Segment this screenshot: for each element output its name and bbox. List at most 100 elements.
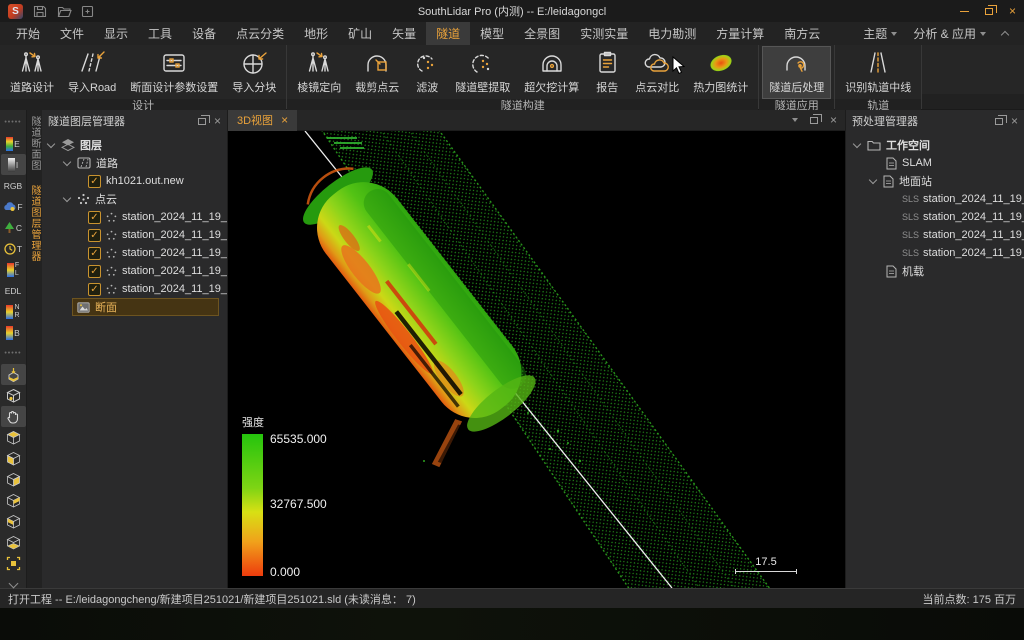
close-panel-icon[interactable]: × [214,115,221,127]
tree-row-station[interactable]: ✓ station_2024_11_19_1... [42,244,227,262]
dock-tab-layer-manager[interactable]: 隧道图层管理器 [28,185,41,262]
float-panel-icon[interactable] [198,118,206,125]
pick-point-tool-button[interactable] [1,364,26,385]
tree-row-section-selected[interactable]: 断面 [72,298,219,316]
close-view-icon[interactable]: × [830,114,837,126]
chevron-expand-icon[interactable] [63,157,71,165]
menu-item[interactable]: 设备 [182,22,226,45]
menu-item[interactable]: 方量计算 [706,22,774,45]
blend-mode-button[interactable]: B [1,322,26,343]
open-folder-icon[interactable] [57,5,71,18]
analysis-app-dropdown[interactable]: 分析 & 应用 [907,22,992,45]
float-panel-icon[interactable] [995,118,1003,125]
menu-item[interactable]: 开始 [6,22,50,45]
strip-drag-handle[interactable]: ••••• [1,112,26,133]
prism-orientation-button[interactable]: 棱镜定向 [290,46,348,99]
tree-row-station[interactable]: ✓ station_2024_11_19_1... [42,262,227,280]
tab-3d-view[interactable]: 3D视图 × [228,110,297,131]
rgb-mode-button[interactable]: RGB [1,175,26,196]
menu-item[interactable]: 电力勘测 [638,22,706,45]
normal-return-button[interactable]: N R [1,301,26,322]
import-road-button[interactable]: 导入Road [61,46,123,99]
chevron-expand-icon[interactable] [47,139,55,147]
classification-mode-button[interactable]: C [1,217,26,238]
menu-item[interactable]: 工具 [138,22,182,45]
menu-item[interactable]: 模型 [470,22,514,45]
tree-row-airborne[interactable]: 机载 [846,262,1024,280]
checkbox-checked[interactable]: ✓ [88,283,101,296]
view-cube-bottom-button[interactable] [1,532,26,553]
tree-row-station[interactable]: ✓ station_2024_11_19_1... [42,208,227,226]
restore-button[interactable] [985,8,993,15]
menu-item[interactable]: 显示 [94,22,138,45]
tree-row-road-file[interactable]: ✓ kh1021.out.new [42,172,227,190]
new-project-icon[interactable] [81,5,95,18]
tree-row-ground-station[interactable]: 地面站 [846,172,1024,190]
tree-row-station[interactable]: ✓ station_2024_11_19_1... [42,226,227,244]
theme-dropdown[interactable]: 主题 [857,22,903,45]
view-cube-back-button[interactable] [1,490,26,511]
dock-tab-section-view[interactable]: 隧道断面图 [28,116,41,171]
rail-centerline-button[interactable]: 识别轨道中线 [838,46,918,99]
tree-row-sls-station[interactable]: SLS station_2024_11_19_11_01_... [846,244,1024,262]
chevron-expand-icon[interactable] [853,139,861,147]
report-button[interactable]: 报告 [586,46,628,99]
tree-row-layers[interactable]: 图层 [42,136,227,154]
tunnel-wall-extract-button[interactable]: 隧道壁提取 [448,46,517,99]
checkbox-checked[interactable]: ✓ [88,265,101,278]
view-cube-left-button[interactable] [1,511,26,532]
heatmap-stats-button[interactable]: 热力图统计 [686,46,755,99]
section-design-params-button[interactable]: 断面设计参数设置 [123,46,225,99]
menu-item[interactable]: 矢量 [382,22,426,45]
tree-row-station[interactable]: ✓ station_2024_11_19_1... [42,280,227,298]
chevron-expand-icon[interactable] [869,175,877,183]
save-icon[interactable] [33,5,47,18]
tree-row-workspace[interactable]: 工作空间 [846,136,1024,154]
view-cube-front-button[interactable] [1,448,26,469]
tree-row-slam[interactable]: SLAM [846,154,1024,172]
tree-row-sls-station[interactable]: SLS station_2024_11_19_10_48_... [846,208,1024,226]
tree-row-sls-station[interactable]: SLS station_2024_11_19_10_52_... [846,226,1024,244]
close-panel-icon[interactable]: × [1011,115,1018,127]
collapse-ribbon-button[interactable] [996,26,1014,41]
menu-item[interactable]: 点云分类 [226,22,294,45]
pan-tool-button[interactable] [1,406,26,427]
menu-item[interactable]: 文件 [50,22,94,45]
float-view-icon[interactable] [810,117,818,124]
time-mode-button[interactable]: T [1,238,26,259]
flight-mode-button[interactable]: F [1,196,26,217]
tab-list-dropdown-icon[interactable] [792,118,798,122]
overbreak-calc-button[interactable]: 超欠挖计算 [517,46,586,99]
chevron-expand-icon[interactable] [63,193,71,201]
first-last-return-button[interactable]: F L [1,259,26,280]
render-canvas-3d[interactable]: 强度 65535.000 32767.500 0.000 17.5 [228,131,845,588]
menu-item[interactable]: 实测实量 [570,22,638,45]
menu-item[interactable]: 地形 [294,22,338,45]
tree-row-sls-station[interactable]: SLS station_2024_11_19_10_43_... [846,190,1024,208]
road-design-button[interactable]: 道路设计 [3,46,61,99]
checkbox-checked[interactable]: ✓ [88,229,101,242]
edl-mode-button[interactable]: EDL [1,280,26,301]
tree-row-pointcloud-group[interactable]: 点云 [42,190,227,208]
menu-item[interactable]: 全景图 [514,22,570,45]
tunnel-postprocess-button[interactable]: 隧道后处理 [762,46,831,99]
import-blocks-button[interactable]: 导入分块 [225,46,283,99]
view-cube-top-button[interactable] [1,427,26,448]
menu-item[interactable]: 南方云 [774,22,830,45]
clip-pointcloud-button[interactable]: 裁剪点云 [348,46,406,99]
tree-row-road-group[interactable]: 道路 [42,154,227,172]
cube-point-tool-button[interactable] [1,385,26,406]
elevation-mode-button[interactable]: E [1,133,26,154]
checkbox-checked[interactable]: ✓ [88,175,101,188]
close-tab-icon[interactable]: × [281,114,288,126]
minimize-button[interactable] [960,11,969,12]
filter-button[interactable]: 滤波 [406,46,448,99]
close-button[interactable]: × [1009,5,1016,17]
menu-item-tunnel-active[interactable]: 隧道 [426,22,470,45]
view-cube-right-button[interactable] [1,469,26,490]
intensity-mode-button[interactable]: I [1,154,26,175]
menu-item[interactable]: 矿山 [338,22,382,45]
checkbox-checked[interactable]: ✓ [88,211,101,224]
checkbox-checked[interactable]: ✓ [88,247,101,260]
rect-select-tool-button[interactable] [1,553,26,574]
